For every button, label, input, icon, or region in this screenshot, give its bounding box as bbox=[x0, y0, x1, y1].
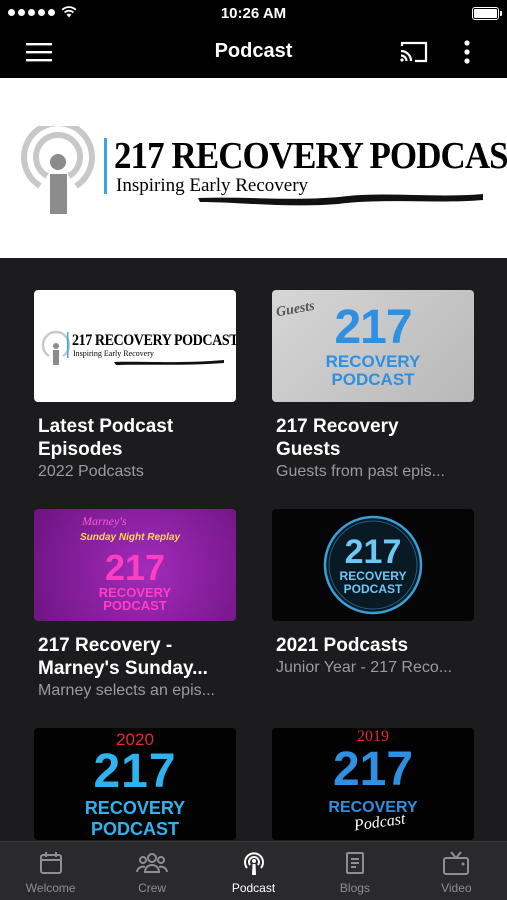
thumb-line2: PODCAST bbox=[90, 819, 179, 839]
card-title: Latest Podcast Episodes bbox=[38, 416, 174, 460]
podcast-card-latest[interactable]: 217 RECOVERY PODCAST Inspiring Early Rec… bbox=[34, 290, 236, 481]
thumb-line1: RECOVERY bbox=[325, 352, 421, 371]
cast-button[interactable] bbox=[395, 38, 433, 66]
tab-blogs[interactable]: Blogs bbox=[304, 842, 405, 900]
battery-icon bbox=[472, 7, 502, 20]
tab-video[interactable]: Video bbox=[406, 842, 507, 900]
card-thumbnail: 217 RECOVERY PODCAST bbox=[272, 509, 474, 621]
thumb-number: 217 bbox=[344, 533, 402, 571]
card-thumbnail: 217 RECOVERY PODCAST Inspiring Early Rec… bbox=[34, 290, 236, 402]
thumb-line2: PODCAST bbox=[331, 370, 415, 389]
tab-label: Crew bbox=[138, 881, 167, 895]
thumb-subtitle: Inspiring Early Recovery bbox=[73, 349, 154, 358]
calendar-icon bbox=[39, 852, 62, 874]
thumb-number: 217 bbox=[334, 301, 412, 354]
banner-subtitle: Inspiring Early Recovery bbox=[116, 175, 309, 196]
thumb-tag: Marney's bbox=[82, 514, 127, 528]
podcast-icon bbox=[243, 852, 264, 875]
status-bar: 10:26 AM bbox=[0, 0, 507, 26]
card-thumbnail: 2020 217 RECOVERY PODCAST bbox=[34, 728, 236, 840]
thumb-tag-2: Sunday Night Replay bbox=[80, 532, 181, 543]
card-subtitle: 2022 Podcasts bbox=[38, 463, 144, 480]
podcast-card-guests[interactable]: Guests 217 RECOVERY PODCAST 217 Recovery… bbox=[272, 290, 474, 481]
podcast-grid: 217 RECOVERY PODCAST Inspiring Early Rec… bbox=[0, 258, 507, 841]
podcast-card-sunday-replay[interactable]: Marney's Sunday Night Replay 217 RECOVER… bbox=[34, 509, 236, 700]
thumb-title: 217 RECOVERY PODCAST bbox=[72, 332, 236, 349]
podcast-banner: 217 RECOVERY PODCAST Inspiring Early Rec… bbox=[0, 78, 507, 258]
bottom-tab-bar: Welcome Crew Podcast Blogs Video bbox=[0, 841, 507, 900]
tab-label: Blogs bbox=[339, 881, 370, 895]
thumb-line2: PODCAST bbox=[343, 582, 403, 596]
thumb-number: 217 bbox=[104, 547, 166, 588]
podcast-card-2019[interactable]: 2019 217 RECOVERY Podcast bbox=[272, 728, 474, 841]
more-options-button[interactable] bbox=[452, 36, 482, 68]
group-icon bbox=[136, 853, 169, 873]
tab-crew[interactable]: Crew bbox=[101, 842, 202, 900]
app-bar: Podcast bbox=[0, 26, 507, 78]
tab-welcome[interactable]: Welcome bbox=[0, 842, 101, 900]
thumb-line1: RECOVERY bbox=[339, 569, 407, 583]
thumb-number: 217 bbox=[332, 743, 414, 796]
tab-label: Welcome bbox=[25, 881, 76, 895]
cast-icon bbox=[400, 41, 428, 63]
card-subtitle: Guests from past epis... bbox=[276, 463, 445, 480]
tab-label: Podcast bbox=[231, 881, 276, 895]
status-time: 10:26 AM bbox=[220, 5, 287, 22]
thumb-number: 217 bbox=[93, 745, 177, 798]
card-thumbnail: 2019 217 RECOVERY Podcast bbox=[272, 728, 474, 840]
thumb-line2: PODCAST bbox=[103, 598, 167, 613]
podcast-card-2021[interactable]: 217 RECOVERY PODCAST 2021 Podcasts Junio… bbox=[272, 509, 474, 677]
card-title: 217 Recovery Guests bbox=[276, 416, 399, 460]
tab-podcast[interactable]: Podcast bbox=[203, 842, 304, 900]
podcast-card-2020[interactable]: 2020 217 RECOVERY PODCAST bbox=[34, 728, 236, 841]
card-title: 217 Recovery - Marney's Sunday... bbox=[38, 635, 208, 679]
more-vert-icon bbox=[464, 40, 470, 64]
banner-title: 217 RECOVERY PODCAST bbox=[114, 135, 507, 177]
tv-icon bbox=[443, 851, 470, 875]
card-subtitle: Marney selects an epis... bbox=[38, 682, 215, 699]
card-thumbnail: Marney's Sunday Night Replay 217 RECOVER… bbox=[34, 509, 236, 621]
thumb-line1: RECOVERY bbox=[84, 798, 186, 818]
card-title: 2021 Podcasts bbox=[276, 635, 409, 656]
tab-label: Video bbox=[441, 881, 472, 895]
card-subtitle: Junior Year - 217 Reco... bbox=[276, 659, 453, 676]
card-thumbnail: Guests 217 RECOVERY PODCAST bbox=[272, 290, 474, 402]
blog-icon bbox=[345, 852, 364, 874]
